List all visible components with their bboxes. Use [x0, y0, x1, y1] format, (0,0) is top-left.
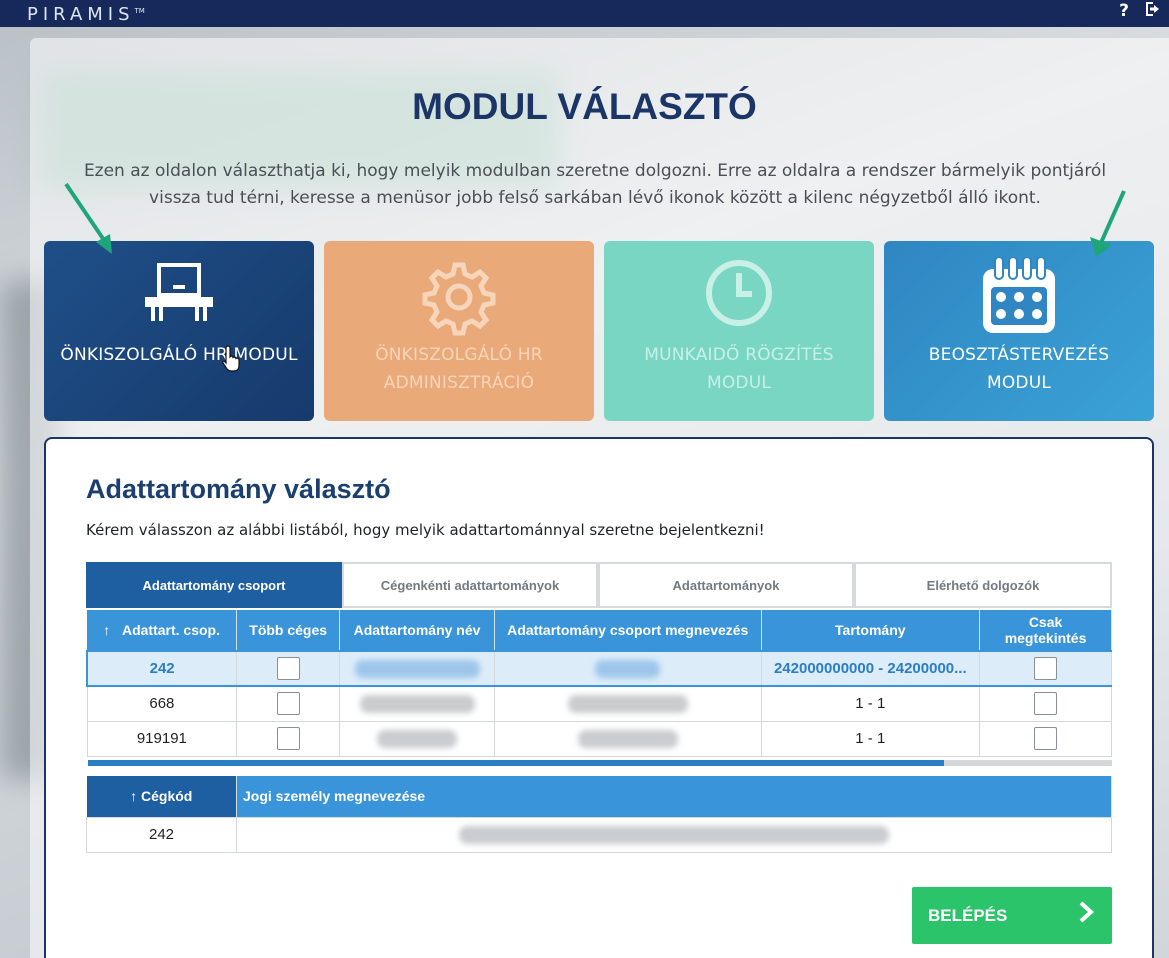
multi-company-checkbox[interactable] [276, 727, 300, 750]
redacted-text [459, 825, 889, 844]
legal-entity-table: ↑ Cégkód Jogi személy megnevezése 242 [86, 776, 1112, 853]
domain-tabs: Adattartomány csoport Cégenkénti adattar… [86, 562, 1112, 608]
column-header-name[interactable]: Adattartomány név [339, 610, 495, 651]
domain-selector-description: Kérem válasszon az alábbi listából, hogy… [86, 521, 765, 539]
calendar-icon [884, 257, 1154, 337]
domain-selector-title: Adattartomány választó [86, 474, 391, 504]
intro-text: Ezen az oldalon választhatja ki, hogy me… [83, 161, 1107, 208]
desk-computer-icon [44, 257, 314, 323]
column-header-view-only[interactable]: Csak megtekintés [979, 610, 1112, 651]
annotation-arrow [64, 182, 112, 254]
row-range: 1 - 1 [760, 720, 981, 757]
module-label: BEOSZTÁSTERVEZÉS MODUL [928, 345, 1110, 393]
view-only-checkbox[interactable] [1034, 657, 1058, 680]
domain-group-table: ↑ Adattart. csop. Több céges Adattartomá… [86, 610, 1112, 757]
top-bar: PIRAMISTM ? [0, 0, 1169, 27]
table-row[interactable]: 919191 1 - 1 [86, 720, 1112, 757]
logout-icon[interactable] [1145, 1, 1163, 21]
gear-icon [324, 257, 594, 337]
redacted-text [377, 729, 458, 748]
multi-company-checkbox[interactable] [276, 692, 300, 716]
table-row[interactable]: 242 [86, 816, 1112, 853]
horizontal-scrollbar[interactable] [88, 760, 1112, 766]
chevron-right-icon [1078, 899, 1094, 930]
column-header-range[interactable]: Tartomány [761, 610, 981, 651]
table-row[interactable]: 668 1 - 1 [86, 685, 1112, 722]
row-code: 242 [86, 650, 238, 687]
view-only-checkbox[interactable] [1034, 692, 1058, 716]
tab-adattartomany-csoport[interactable]: Adattartomány csoport [86, 562, 342, 608]
row-code: 668 [86, 685, 238, 722]
row-code: 919191 [86, 720, 238, 757]
redacted-text [577, 729, 678, 748]
column-header-code[interactable]: ↑ Adattart. csop. [87, 610, 238, 651]
page-title: MODUL VÁLASZTÓ [412, 86, 757, 127]
table-row[interactable]: 242 242000000000 - 24200000... [86, 650, 1112, 687]
view-only-checkbox[interactable] [1034, 727, 1058, 750]
tab-adattartomanyok[interactable]: Adattartományok [598, 562, 854, 608]
module-tile-munkaido-rogzites[interactable]: MUNKAIDŐ RÖGZÍTÉS MODUL [604, 241, 874, 421]
sort-up-icon: ↑ [130, 788, 138, 805]
tab-elerheto-dolgozok[interactable]: Elérhető dolgozók [854, 562, 1112, 608]
multi-company-checkbox[interactable] [276, 657, 300, 680]
module-label: MUNKAIDŐ RÖGZÍTÉS MODUL [644, 345, 834, 393]
module-tile-beosztastervezes[interactable]: BEOSZTÁSTERVEZÉS MODUL [884, 241, 1154, 421]
module-tile-onkiszolgalo-hr[interactable]: ÖNKISZOLGÁLÓ HR MODUL [44, 241, 314, 421]
login-button[interactable]: BELÉPÉS [912, 887, 1112, 944]
module-tile-hr-adminisztracio[interactable]: ÖNKISZOLGÁLÓ HR ADMINISZTRÁCIÓ [324, 241, 594, 421]
module-label: ÖNKISZOLGÁLÓ HR MODUL [60, 345, 298, 365]
column-header-legal-entity-name[interactable]: Jogi személy megnevezése [236, 776, 1112, 817]
row-company-code: 242 [86, 816, 237, 853]
row-range: 1 - 1 [760, 685, 981, 722]
column-header-multi-company[interactable]: Több céges [236, 610, 341, 651]
login-button-label: BELÉPÉS [928, 905, 1008, 925]
scrollbar-thumb[interactable] [88, 760, 944, 766]
column-header-group-name[interactable]: Adattartomány csoport megnevezés [494, 610, 762, 651]
module-label: ÖNKISZOLGÁLÓ HR ADMINISZTRÁCIÓ [375, 345, 543, 393]
redacted-text [595, 659, 661, 678]
row-range: 242000000000 - 24200000... [760, 650, 981, 687]
redacted-text [567, 694, 688, 713]
tab-cegenkenti-adattartomanyok[interactable]: Cégenkénti adattartományok [342, 562, 598, 608]
sort-up-icon: ↑ [103, 622, 111, 638]
redacted-text [359, 694, 475, 713]
clock-icon [604, 257, 874, 329]
hand-cursor-icon [222, 345, 240, 372]
logo: PIRAMISTM [27, 4, 145, 25]
column-header-company-code[interactable]: ↑ Cégkód [86, 776, 237, 817]
annotation-arrow [1090, 190, 1126, 257]
help-icon[interactable]: ? [1119, 2, 1129, 20]
redacted-text [354, 659, 480, 678]
